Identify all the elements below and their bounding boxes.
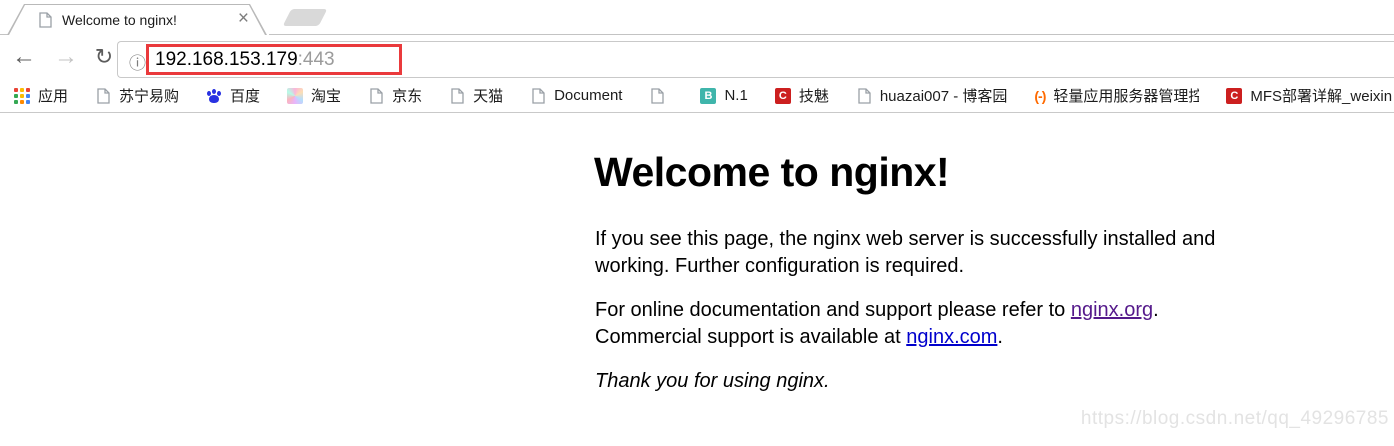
tab-strip: Welcome to nginx! ×	[0, 0, 1394, 36]
nginx-com-link[interactable]: nginx.com	[906, 326, 997, 348]
taobao-icon	[287, 88, 303, 104]
bookmark-suning[interactable]: 苏宁易购	[95, 85, 179, 106]
bookmark-jimei[interactable]: C 技魅	[775, 85, 829, 106]
back-button-icon[interactable]: ←	[8, 36, 40, 79]
active-tab[interactable]: Welcome to nginx! ×	[7, 4, 267, 35]
page-favicon-icon	[37, 12, 53, 28]
bookmark-tmall[interactable]: 天猫	[449, 85, 503, 106]
tab-close-icon[interactable]: ×	[238, 8, 249, 30]
tabstrip-border-right	[269, 34, 1394, 35]
page-info-icon[interactable]: ⓘ	[129, 49, 146, 74]
reload-button-icon[interactable]: ↻	[88, 36, 120, 79]
url-port: :443	[298, 49, 335, 70]
bookmark-taobao[interactable]: 淘宝	[287, 85, 341, 106]
csdn-watermark: https://blog.csdn.net/qq_49296785	[1081, 408, 1389, 430]
bookmark-baidu[interactable]: 百度	[206, 85, 260, 106]
intro-paragraph: If you see this page, the nginx web serv…	[595, 226, 1263, 279]
bookmark-mfs-deploy[interactable]: C MFS部署详解_weixin	[1226, 85, 1392, 106]
aliyun-console-icon: (-)	[1034, 88, 1045, 104]
bookmarks-bar: 应用 苏宁易购 百度 淘宝 京东 天猫 Document	[0, 79, 1394, 113]
bookmark-jd[interactable]: 京东	[368, 85, 422, 106]
url-text[interactable]: 192.168.153.179:443	[155, 49, 335, 71]
bookmark-document[interactable]: Document	[530, 87, 622, 104]
forward-button-icon: →	[50, 36, 82, 79]
page-icon	[449, 88, 465, 104]
browser-window: Welcome to nginx! × ← → ↻ ⓘ 192.168.153.…	[0, 0, 1394, 446]
page-icon	[856, 88, 872, 104]
apps-grid-icon	[14, 88, 30, 104]
csdn-c-icon: C	[1226, 88, 1242, 104]
browser-toolbar: ← → ↻ ⓘ 192.168.153.179:443	[0, 36, 1394, 79]
support-text-2: .	[1153, 299, 1159, 321]
url-host: 192.168.153.179	[155, 49, 298, 70]
csdn-c-icon: C	[775, 88, 791, 104]
new-tab-button[interactable]	[283, 9, 328, 26]
page-content: Welcome to nginx! If you see this page, …	[0, 113, 1394, 446]
bookmark-lightweight-server-console[interactable]: (-) 轻量应用服务器管理控	[1034, 85, 1199, 106]
nginx-org-link[interactable]: nginx.org	[1071, 299, 1153, 321]
page-icon	[530, 88, 546, 104]
support-text-1: For online documentation and support ple…	[595, 299, 1071, 321]
support-paragraph: For online documentation and support ple…	[595, 297, 1263, 350]
closing-line: Thank you for using nginx.	[595, 368, 1263, 395]
bookmark-n1[interactable]: B N.1	[700, 87, 747, 104]
page-title: Welcome to nginx!	[594, 149, 949, 196]
baidu-paw-icon	[206, 88, 222, 104]
b-letter-icon: B	[700, 88, 716, 104]
tab-title: Welcome to nginx!	[62, 12, 177, 28]
support-text-4: .	[997, 326, 1003, 348]
support-text-3: Commercial support is available at	[595, 326, 906, 348]
address-bar[interactable]: ⓘ 192.168.153.179:443	[117, 41, 1394, 78]
bookmark-untitled[interactable]	[649, 88, 673, 104]
page-icon	[649, 88, 665, 104]
page-icon	[95, 88, 111, 104]
bookmark-apps[interactable]: 应用	[14, 85, 68, 106]
bookmark-huazai007[interactable]: huazai007 - 博客园	[856, 85, 1008, 106]
page-icon	[368, 88, 384, 104]
